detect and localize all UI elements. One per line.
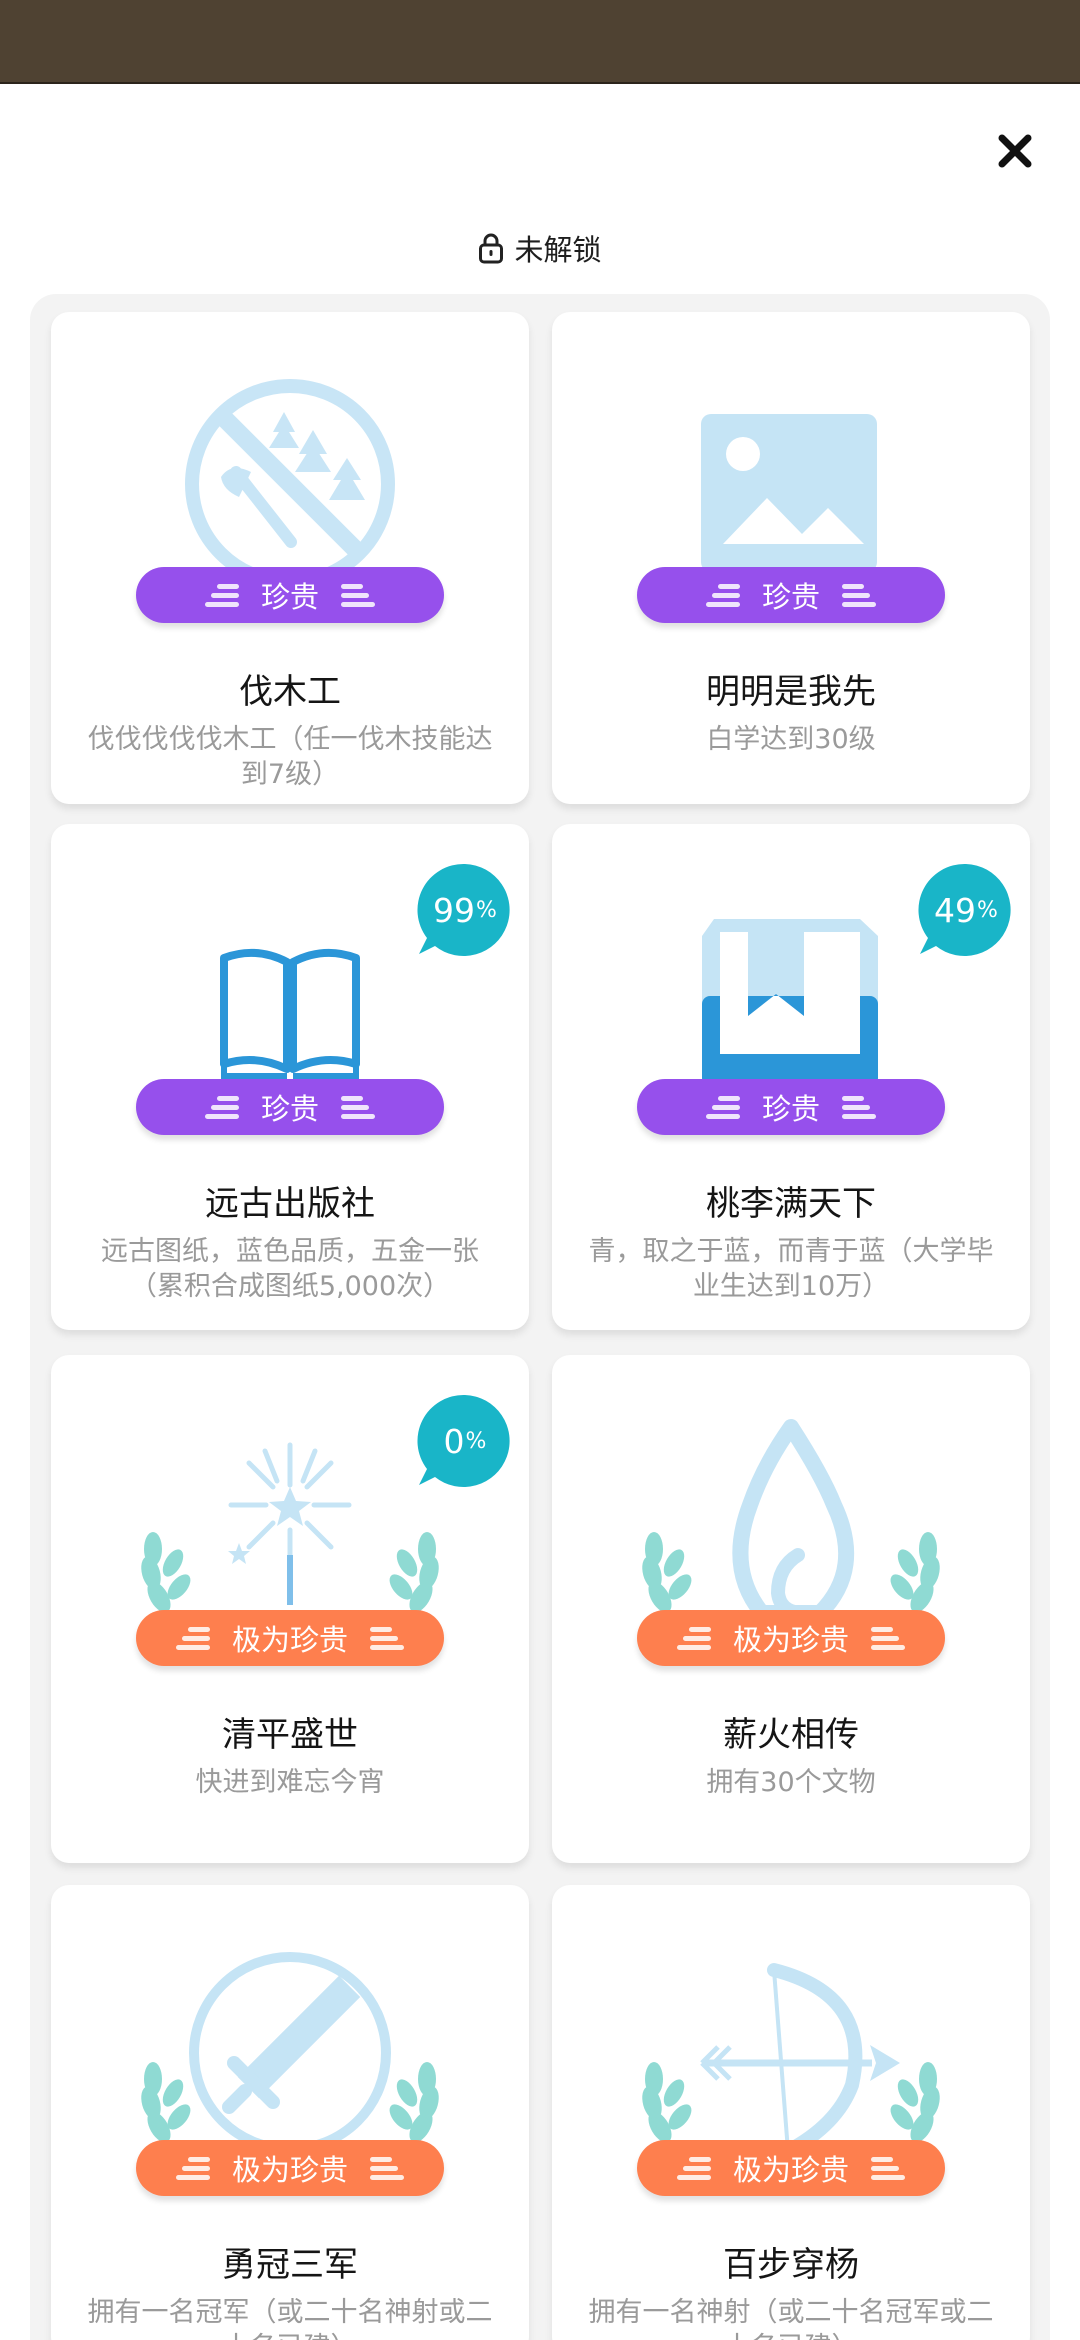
achievement-title: 桃李满天下 xyxy=(706,1184,876,1224)
achievement-desc: 拥有一名冠军（或二十名神射或二十名已建） xyxy=(87,2297,493,2340)
badge-decor-right xyxy=(370,2156,404,2180)
rarity-label: 珍贵 xyxy=(260,580,319,614)
rarity-badge: 珍贵 xyxy=(637,567,945,623)
achievement-card[interactable]: 49% 珍贵 桃李满天下 青，取之于蓝，而青于蓝（大学毕业生达到10万） xyxy=(552,824,1030,1330)
close-button[interactable] xyxy=(990,126,1040,176)
progress-value: 0 xyxy=(443,1421,465,1461)
rarity-badge: 珍贵 xyxy=(136,1079,444,1135)
progress-bubble: 0% xyxy=(417,1393,513,1489)
badge-decor-left xyxy=(204,1095,239,1119)
progress-value: 49 xyxy=(934,890,977,930)
achievement-desc: 远古图纸，蓝色品质，五金一张（累积合成图纸5,000次） xyxy=(101,1236,479,1302)
achievement-title: 清平盛世 xyxy=(222,1715,358,1755)
achievement-title: 勇冠三军 xyxy=(222,2245,358,2285)
achievement-card[interactable]: 珍贵 明明是我先 白学达到30级 xyxy=(552,312,1030,804)
rarity-badge: 极为珍贵 xyxy=(136,2140,444,2196)
badge-decor-left xyxy=(705,1095,740,1119)
badge-decor-right xyxy=(871,2156,905,2180)
progress-value: 99 xyxy=(433,890,476,930)
progress-unit: % xyxy=(465,1428,487,1454)
rarity-badge: 珍贵 xyxy=(637,1079,945,1135)
badge-decor-right xyxy=(341,1095,375,1119)
badge-decor-right xyxy=(871,1626,905,1650)
progress-bubble: 49% xyxy=(918,862,1014,958)
achievement-desc: 快进到难忘今宵 xyxy=(195,1767,385,1798)
achievement-desc: 拥有30个文物 xyxy=(706,1767,876,1798)
rarity-badge: 珍贵 xyxy=(136,567,444,623)
achievement-desc: 青，取之于蓝，而青于蓝（大学毕业生达到10万） xyxy=(588,1236,994,1302)
achievement-card[interactable]: 极为珍贵 百步穿杨 拥有一名神射（或二十名冠军或二十名已建） xyxy=(552,1885,1030,2340)
rarity-label: 极为珍贵 xyxy=(231,2153,348,2187)
badge-decor-left xyxy=(676,2156,711,2180)
close-icon xyxy=(998,134,1032,168)
badge-decor-right xyxy=(370,1626,404,1650)
lock-icon xyxy=(479,233,504,264)
progress-bubble: 99% xyxy=(417,862,513,958)
badge-decor-left xyxy=(175,2156,210,2180)
rarity-badge: 极为珍贵 xyxy=(637,1610,945,1666)
progress-unit: % xyxy=(977,897,998,923)
badge-decor-right xyxy=(842,1095,876,1119)
rarity-label: 极为珍贵 xyxy=(231,1623,348,1657)
achievement-card[interactable]: 极为珍贵 薪火相传 拥有30个文物 xyxy=(552,1355,1030,1863)
achievement-title: 明明是我先 xyxy=(706,672,876,712)
achievement-title: 伐木工 xyxy=(239,672,341,712)
badge-decor-left xyxy=(204,583,239,607)
status-bar-strip xyxy=(0,0,1080,84)
achievement-card[interactable]: 极为珍贵 勇冠三军 拥有一名冠军（或二十名神射或二十名已建） xyxy=(51,1885,529,2340)
achievement-desc: 白学达到30级 xyxy=(706,724,876,755)
badge-decor-right xyxy=(842,583,876,607)
locked-section-header: 未解锁 xyxy=(0,228,1080,268)
achievement-title: 远古出版社 xyxy=(205,1184,375,1224)
achievement-card[interactable]: 珍贵 伐木工 伐伐伐伐伐木工（任一伐木技能达到7级） xyxy=(51,312,529,804)
badge-decor-left xyxy=(705,583,740,607)
rarity-label: 珍贵 xyxy=(761,580,820,614)
rarity-label: 极为珍贵 xyxy=(732,2153,849,2187)
header-title: 未解锁 xyxy=(514,233,602,267)
achievement-card[interactable]: 99% 珍贵 远古出版社 远古图纸，蓝色品质，五金一张（累积合成图纸5,000次… xyxy=(51,824,529,1330)
achievement-card[interactable]: 0% 极为珍贵 清平盛世 快进到难忘今宵 xyxy=(51,1355,529,1863)
achievement-desc: 拥有一名神射（或二十名冠军或二十名已建） xyxy=(588,2297,994,2340)
rarity-badge: 极为珍贵 xyxy=(637,2140,945,2196)
rarity-label: 珍贵 xyxy=(260,1092,319,1126)
progress-unit: % xyxy=(476,897,497,923)
rarity-label: 极为珍贵 xyxy=(732,1623,849,1657)
achievement-desc: 伐伐伐伐伐木工（任一伐木技能达到7级） xyxy=(87,724,493,790)
badge-decor-left xyxy=(676,1626,711,1650)
badge-decor-left xyxy=(175,1626,210,1650)
achievement-title: 百步穿杨 xyxy=(723,2245,859,2285)
achievement-title: 薪火相传 xyxy=(723,1715,859,1755)
rarity-label: 珍贵 xyxy=(761,1092,820,1126)
badge-decor-right xyxy=(341,583,375,607)
rarity-badge: 极为珍贵 xyxy=(136,1610,444,1666)
